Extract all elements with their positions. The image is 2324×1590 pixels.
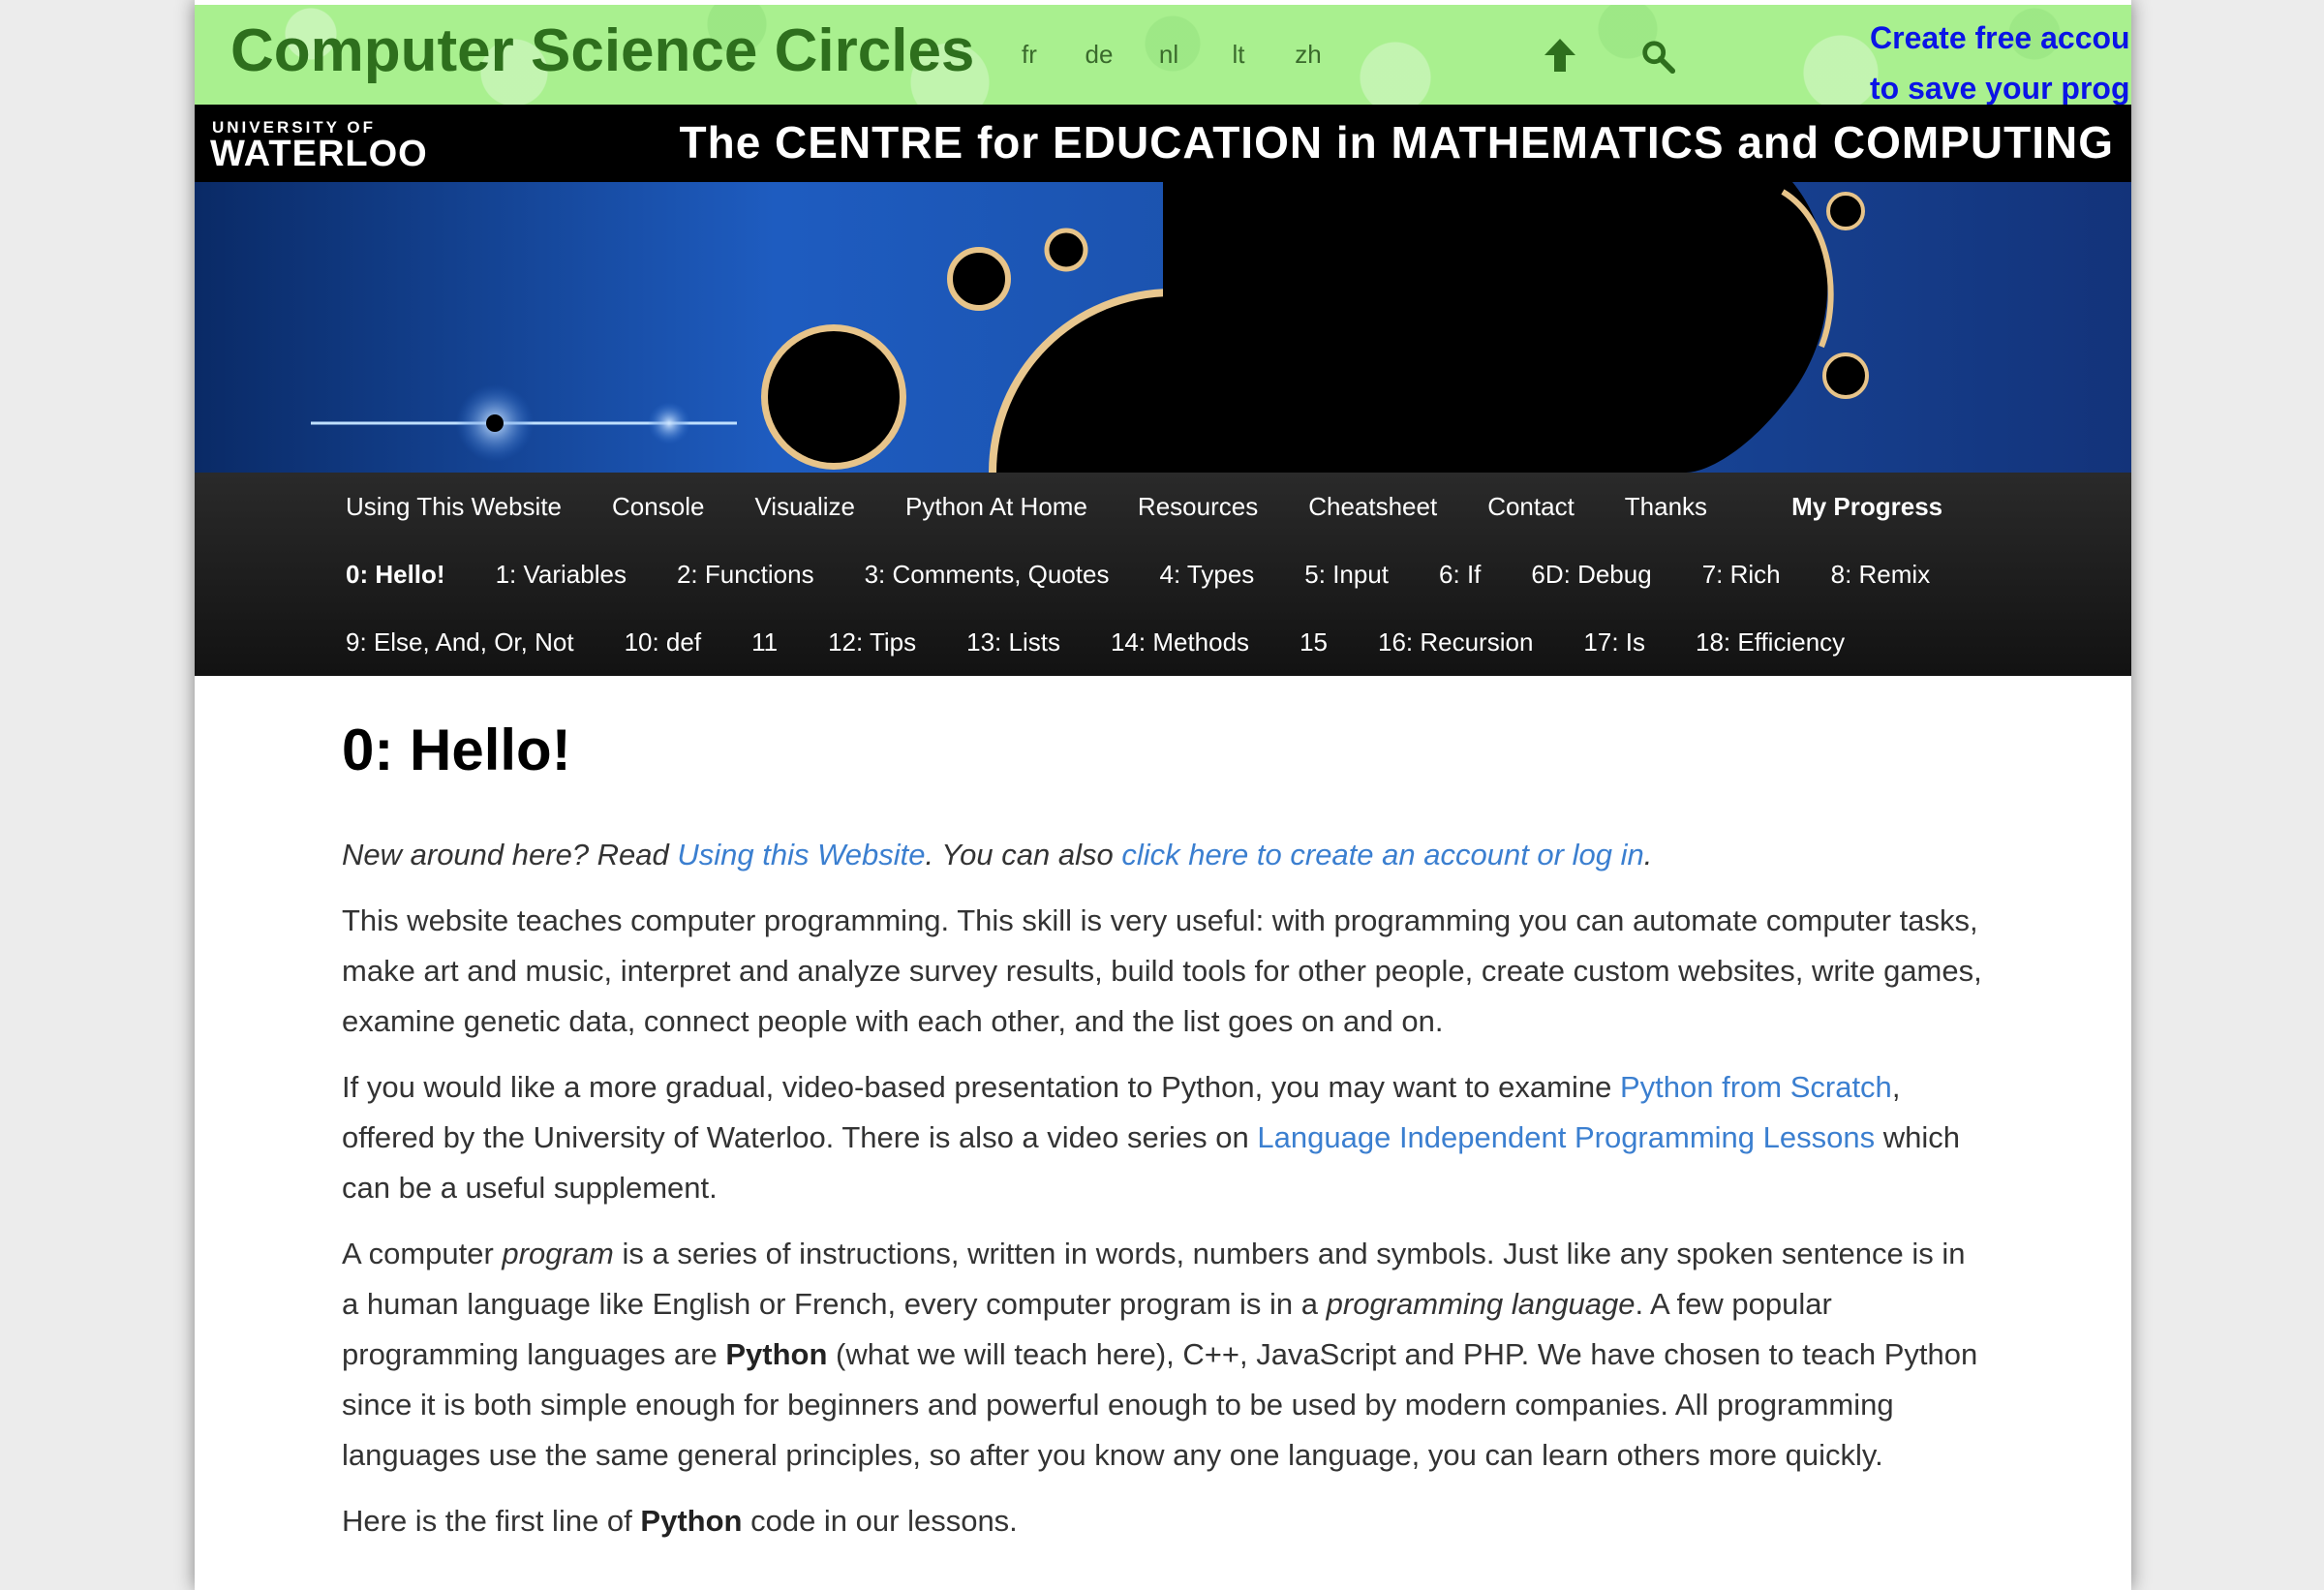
nav-lesson-11[interactable]: 11 — [751, 627, 778, 657]
nav-lesson-2[interactable]: 2: Functions — [677, 560, 814, 590]
p3-emphasis-program: program — [502, 1237, 614, 1270]
nav-lesson-13[interactable]: 13: Lists — [966, 627, 1060, 657]
p4-text-a: Here is the first line of — [342, 1504, 641, 1538]
nav-lesson-16[interactable]: 16: Recursion — [1378, 627, 1533, 657]
nav-lesson-5[interactable]: 5: Input — [1304, 560, 1389, 590]
nav-using-this-website[interactable]: Using This Website — [346, 492, 562, 522]
nav-resources[interactable]: Resources — [1138, 492, 1258, 522]
p3-bold-python: Python — [725, 1337, 828, 1371]
lesson-content: 0: Hello! New around here? Read Using th… — [342, 717, 1988, 1546]
language-selector: fr de nl lt zh — [994, 40, 1343, 70]
nav-cheatsheet[interactable]: Cheatsheet — [1308, 492, 1437, 522]
top-bar: Computer Science Circles fr de nl lt zh … — [195, 5, 2131, 106]
using-this-website-link[interactable]: Using this Website — [677, 838, 925, 871]
p4-text-b: code in our lessons. — [742, 1504, 1018, 1538]
nav-lesson-9[interactable]: 9: Else, And, Or, Not — [346, 627, 574, 657]
nav-lesson-14[interactable]: 14: Methods — [1111, 627, 1249, 657]
nav-python-at-home[interactable]: Python At Home — [905, 492, 1087, 522]
nav-visualize[interactable]: Visualize — [754, 492, 855, 522]
login-line-1: Create free account / login — [1870, 20, 2131, 55]
cemc-banner: UNIVERSITY OF WATERLOO The CENTRE for ED… — [195, 105, 2131, 182]
lang-fr[interactable]: fr — [994, 40, 1064, 70]
nav-lesson-6d[interactable]: 6D: Debug — [1531, 560, 1651, 590]
create-account-login-link[interactable]: Create free account / login to save your… — [1870, 13, 2131, 113]
p3-text-a: A computer — [342, 1237, 503, 1270]
lang-nl[interactable]: nl — [1134, 40, 1204, 70]
p3-emphasis-programming-language: programming language — [1326, 1287, 1636, 1321]
intro-paragraph: New around here? Read Using this Website… — [342, 830, 1988, 880]
paragraph-3: A computer program is a series of instru… — [342, 1229, 1988, 1481]
nav-lesson-3[interactable]: 3: Comments, Quotes — [865, 560, 1110, 590]
nav-lesson-10[interactable]: 10: def — [625, 627, 702, 657]
lang-zh[interactable]: zh — [1273, 40, 1343, 70]
nav-lesson-15[interactable]: 15 — [1300, 627, 1328, 657]
nav-row-3: 9: Else, And, Or, Not 10: def 11 12: Tip… — [346, 627, 1895, 657]
nav-lesson-0-current[interactable]: 0: Hello! — [346, 560, 445, 590]
page-title: 0: Hello! — [342, 718, 571, 782]
intro-text-1: New around here? Read — [342, 838, 678, 871]
nav-lesson-6[interactable]: 6: If — [1439, 560, 1481, 590]
nav-row-2: 0: Hello! 1: Variables 2: Functions 3: C… — [346, 560, 1980, 590]
uw-logo-text: WATERLOO — [210, 134, 428, 174]
nav-console[interactable]: Console — [612, 492, 704, 522]
nav-contact[interactable]: Contact — [1487, 492, 1575, 522]
paragraph-1: This website teaches computer programmin… — [342, 903, 1982, 1038]
up-arrow-icon[interactable] — [1541, 36, 1579, 75]
p4-bold-python: Python — [640, 1504, 743, 1538]
nav-thanks[interactable]: Thanks — [1625, 492, 1707, 522]
nav-lesson-1[interactable]: 1: Variables — [496, 560, 627, 590]
nav-lesson-12[interactable]: 12: Tips — [828, 627, 916, 657]
mandelbrot-banner-image — [195, 182, 2131, 473]
nav-lesson-7[interactable]: 7: Rich — [1702, 560, 1781, 590]
nav-lesson-17[interactable]: 17: Is — [1583, 627, 1645, 657]
page: Computer Science Circles fr de nl lt zh … — [195, 0, 2131, 1590]
lang-lt[interactable]: lt — [1204, 40, 1273, 70]
nav-lesson-8[interactable]: 8: Remix — [1831, 560, 1931, 590]
paragraph-2: If you would like a more gradual, video-… — [342, 1062, 1988, 1213]
python-from-scratch-link[interactable]: Python from Scratch — [1620, 1070, 1892, 1104]
nav-my-progress[interactable]: My Progress — [1791, 492, 1942, 522]
search-icon[interactable] — [1639, 38, 1676, 75]
mandelbrot-fractal — [311, 182, 1869, 473]
intro-text-3: . — [1643, 838, 1653, 871]
site-title-link[interactable]: Computer Science Circles — [230, 16, 974, 85]
cemc-title: The CENTRE for EDUCATION in MATHEMATICS … — [679, 117, 2114, 168]
create-account-link[interactable]: click here to create an account or log i… — [1121, 838, 1643, 871]
main-navigation: Using This Website Console Visualize Pyt… — [195, 473, 2131, 676]
p2-text-a: If you would like a more gradual, video-… — [342, 1070, 1620, 1104]
paragraph-4: Here is the first line of Python code in… — [342, 1496, 1988, 1546]
nav-lesson-18[interactable]: 18: Efficiency — [1696, 627, 1845, 657]
nav-lesson-4[interactable]: 4: Types — [1159, 560, 1254, 590]
language-independent-lessons-link[interactable]: Language Independent Programming Lessons — [1257, 1120, 1875, 1154]
intro-text-2: . You can also — [925, 838, 1122, 871]
lang-de[interactable]: de — [1064, 40, 1134, 70]
nav-row-1: Using This Website Console Visualize Pyt… — [346, 492, 1993, 522]
